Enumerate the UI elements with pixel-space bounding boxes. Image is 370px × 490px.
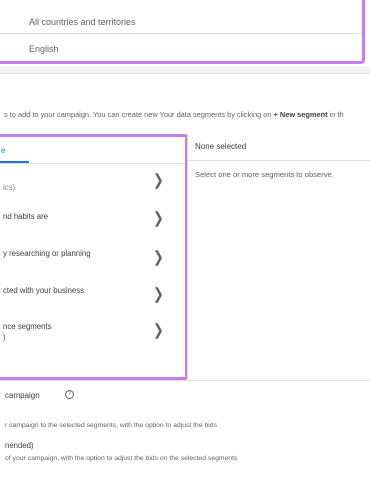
tab-browse[interactable]: e: [1, 146, 5, 155]
category-label: ics): [3, 183, 16, 192]
chevron-right-icon[interactable]: ❯: [153, 210, 164, 226]
panel-separator: [187, 134, 188, 380]
selected-hint: Select one or more segments to observe.: [195, 170, 334, 179]
chevron-right-icon[interactable]: ❯: [153, 286, 164, 302]
instruction-prefix: s to add to your campaign. You can creat…: [4, 110, 274, 119]
targeting-option-description: r campaign to the selected segments, wit…: [5, 422, 217, 429]
tab-divider: [0, 163, 185, 164]
targeting-setting-title: campaign: [5, 391, 40, 400]
chevron-right-icon[interactable]: ❯: [153, 172, 164, 188]
section-band: [0, 66, 370, 74]
audience-instruction: s to add to your campaign. You can creat…: [4, 110, 344, 119]
category-label: cted with your business: [3, 286, 85, 295]
category-label: nce segments: [3, 322, 52, 331]
category-item[interactable]: cted with your business: [3, 285, 84, 296]
instruction-suffix: in th: [327, 110, 344, 119]
browse-panel: e ics) ❯ nd habits are ❯ y researching o…: [0, 134, 188, 380]
chevron-right-icon[interactable]: ❯: [153, 322, 164, 338]
observation-option-title[interactable]: nended): [5, 441, 34, 450]
help-icon[interactable]: ?: [65, 390, 74, 399]
languages-value[interactable]: English: [29, 44, 59, 54]
category-item[interactable]: nce segments ): [3, 321, 52, 343]
locations-value[interactable]: All countries and territories: [29, 17, 136, 27]
category-sublabel: ): [3, 333, 6, 342]
observation-option-description: of your campaign, with the option to adj…: [5, 455, 238, 462]
category-item[interactable]: y researching or planning: [3, 248, 91, 259]
category-item[interactable]: ics): [3, 182, 15, 193]
settings-highlight-panel: All countries and territories English: [0, 0, 365, 64]
row-divider: [0, 33, 362, 34]
category-label: y researching or planning: [3, 249, 91, 258]
chevron-right-icon[interactable]: ❯: [153, 249, 164, 265]
selected-title: None selected: [195, 142, 247, 151]
section-divider: [0, 380, 370, 381]
selected-divider: [188, 160, 370, 161]
category-label: nd habits are: [3, 212, 49, 221]
new-segment-link[interactable]: + New segment: [274, 110, 328, 119]
category-item[interactable]: nd habits are: [3, 211, 48, 222]
